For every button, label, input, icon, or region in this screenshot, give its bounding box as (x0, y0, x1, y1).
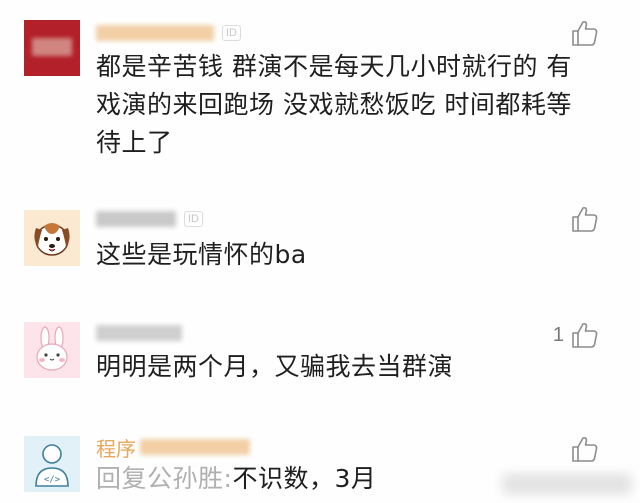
dog-avatar-icon (24, 210, 80, 266)
tag-label: 程序 (96, 436, 136, 461)
like-button[interactable]: 1 (553, 320, 600, 350)
thumbs-up-icon (572, 322, 598, 348)
thumbs-up-icon (572, 206, 598, 232)
svg-text:</>: </> (44, 475, 61, 485)
username-blurred[interactable] (96, 325, 182, 341)
like-button[interactable] (564, 434, 600, 464)
like-button[interactable] (564, 18, 600, 48)
comment-text: 不识数，3月 (232, 464, 377, 493)
username-row (96, 322, 186, 344)
comment-feed: ID 都是辛苦钱 群演不是每天几小时就行的 有戏演的来回跑场 没戏就愁饭吃 时间… (0, 0, 640, 503)
reply-prefix[interactable]: 回复公孙胜: (96, 464, 232, 493)
watermark-blurred (502, 473, 632, 495)
username-blurred[interactable] (96, 211, 176, 227)
comment-text: 这些是玩情怀的ba (96, 240, 307, 269)
username-row: ID (96, 208, 203, 230)
comment-text: 都是辛苦钱 群演不是每天几小时就行的 有戏演的来回跑场 没戏就愁饭吃 时间都耗等… (96, 52, 572, 157)
username-row: 程序 (96, 436, 254, 461)
username-blurred[interactable] (96, 25, 214, 41)
id-badge: ID (184, 211, 203, 227)
coder-avatar-icon: </> (24, 436, 80, 492)
avatar[interactable]: </> (24, 436, 80, 492)
like-count: 1 (552, 323, 564, 346)
username-blurred[interactable] (140, 439, 250, 455)
avatar[interactable] (24, 322, 80, 378)
red-square-avatar-icon (24, 20, 80, 76)
comment-text: 明明是两个月，又骗我去当群演 (96, 352, 454, 381)
like-button[interactable] (564, 204, 600, 234)
bunny-avatar-icon (24, 322, 80, 378)
thumbs-up-icon (572, 436, 598, 462)
thumbs-up-icon (572, 20, 598, 46)
id-badge: ID (222, 25, 241, 41)
username-row: ID (96, 22, 241, 44)
avatar[interactable] (24, 210, 80, 266)
avatar[interactable] (24, 20, 80, 76)
